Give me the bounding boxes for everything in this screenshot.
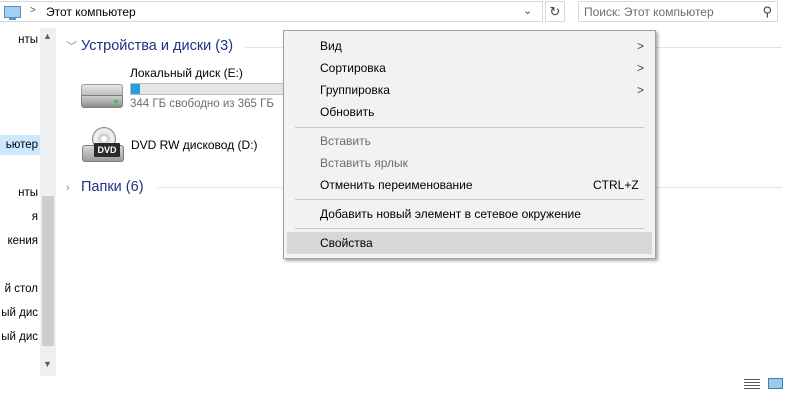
menu-item-label: Сортировка [320, 61, 386, 75]
search-input[interactable] [584, 4, 754, 20]
chevron-down-icon[interactable]: ﹀ [66, 38, 78, 54]
nav-item-label: ый дис [1, 307, 38, 319]
menu-item-undo-rename[interactable]: Отменить переименование CTRL+Z [287, 174, 652, 196]
nav-item[interactable]: й стол [0, 279, 40, 299]
view-switcher [744, 378, 788, 390]
menu-item-paste-shortcut[interactable]: Вставить ярлык [287, 152, 652, 174]
search-box[interactable]: ⚲ [578, 1, 778, 22]
scroll-down-icon[interactable]: ▼ [43, 359, 52, 369]
nav-item-label: й стол [4, 283, 38, 295]
group-divider [656, 47, 782, 48]
menu-item-group[interactable]: Группировка > [287, 79, 652, 101]
dvd-drive-icon[interactable]: DVD [82, 127, 124, 165]
group-header-label: Папки (6) [81, 179, 144, 195]
menu-item-label: Отменить переименование [320, 178, 473, 192]
drive-name-dvd[interactable]: DVD RW дисковод (D:) [131, 138, 258, 152]
large-icons-view-icon[interactable] [768, 378, 783, 389]
menu-item-refresh[interactable]: Обновить [287, 101, 652, 123]
drive-usage-fill [131, 84, 141, 94]
menu-item-label: Вставить [320, 134, 371, 148]
chevron-right-icon: > [637, 39, 645, 53]
drive-usage-bar [130, 83, 290, 95]
search-icon[interactable]: ⚲ [762, 4, 772, 20]
navigation-pane: нты ьютер нты я кения й стол ый дис ый д… [0, 28, 40, 368]
context-menu: Вид > Сортировка > Группировка > Обновит… [283, 30, 656, 259]
menu-item-label: Обновить [320, 105, 375, 119]
hard-drive-icon[interactable] [81, 82, 123, 110]
breadcrumb-separator[interactable]: > [30, 5, 36, 16]
chevron-right-icon[interactable]: › [66, 182, 78, 194]
chevron-right-icon: > [637, 83, 645, 97]
menu-item-label: Свойства [320, 236, 373, 250]
menu-item-label: Добавить новый элемент в сетевое окружен… [320, 207, 581, 221]
chevron-right-icon: > [637, 61, 645, 75]
nav-item[interactable]: нты [0, 183, 40, 203]
nav-item-label: нты [18, 187, 38, 199]
group-header-label: Устройства и диски (3) [81, 38, 234, 54]
nav-item-label: ьютер [5, 139, 38, 151]
menu-item-paste[interactable]: Вставить [287, 130, 652, 152]
menu-item-view[interactable]: Вид > [287, 35, 652, 57]
nav-item-label: нты [18, 34, 38, 46]
group-header-folders[interactable]: › Папки (6) [66, 179, 144, 195]
scrollbar-thumb[interactable] [42, 196, 54, 346]
chevron-down-icon[interactable]: ⌄ [523, 4, 532, 17]
menu-item-add-network-location[interactable]: Добавить новый элемент в сетевое окружен… [287, 203, 652, 225]
menu-item-sort[interactable]: Сортировка > [287, 57, 652, 79]
drive-free-space: 344 ГБ свободно из 365 ГБ [130, 98, 274, 110]
group-divider [245, 47, 285, 48]
address-bar[interactable]: > Этот компьютер ⌄ [0, 1, 543, 22]
nav-item-this-pc[interactable]: ьютер [0, 135, 40, 155]
menu-item-shortcut: CTRL+Z [593, 178, 639, 192]
dvd-badge: DVD [94, 143, 120, 157]
nav-item[interactable]: я [0, 207, 40, 227]
nav-item[interactable]: кения [0, 231, 40, 251]
nav-item-label: кения [7, 235, 38, 247]
refresh-icon: ↻ [549, 4, 561, 19]
menu-item-properties[interactable]: Свойства [287, 232, 652, 254]
nav-item-label: я [31, 211, 38, 223]
scroll-up-icon[interactable]: ▲ [43, 31, 52, 41]
computer-icon [4, 6, 21, 20]
menu-separator [295, 199, 644, 200]
group-header-devices[interactable]: ﹀ Устройства и диски (3) [66, 38, 233, 54]
nav-scrollbar[interactable]: ▲ ▼ [40, 28, 56, 376]
nav-item-label: ый дис [1, 331, 38, 343]
menu-separator [295, 228, 644, 229]
menu-separator [295, 127, 644, 128]
drive-name-local[interactable]: Локальный диск (E:) [130, 66, 243, 80]
address-bar-row: > Этот компьютер ⌄ ↻ ⚲ [0, 0, 790, 24]
refresh-button[interactable]: ↻ [545, 1, 565, 22]
menu-item-label: Вставить ярлык [320, 156, 408, 170]
nav-item[interactable]: ый дис [0, 327, 40, 347]
breadcrumb-this-pc[interactable]: Этот компьютер [46, 5, 136, 19]
menu-item-label: Группировка [320, 83, 390, 97]
nav-item[interactable]: нты [0, 30, 40, 50]
group-divider [157, 187, 285, 188]
nav-item[interactable]: ый дис [0, 303, 40, 323]
menu-item-label: Вид [320, 39, 342, 53]
details-view-icon[interactable] [744, 378, 760, 389]
group-divider [656, 187, 782, 188]
